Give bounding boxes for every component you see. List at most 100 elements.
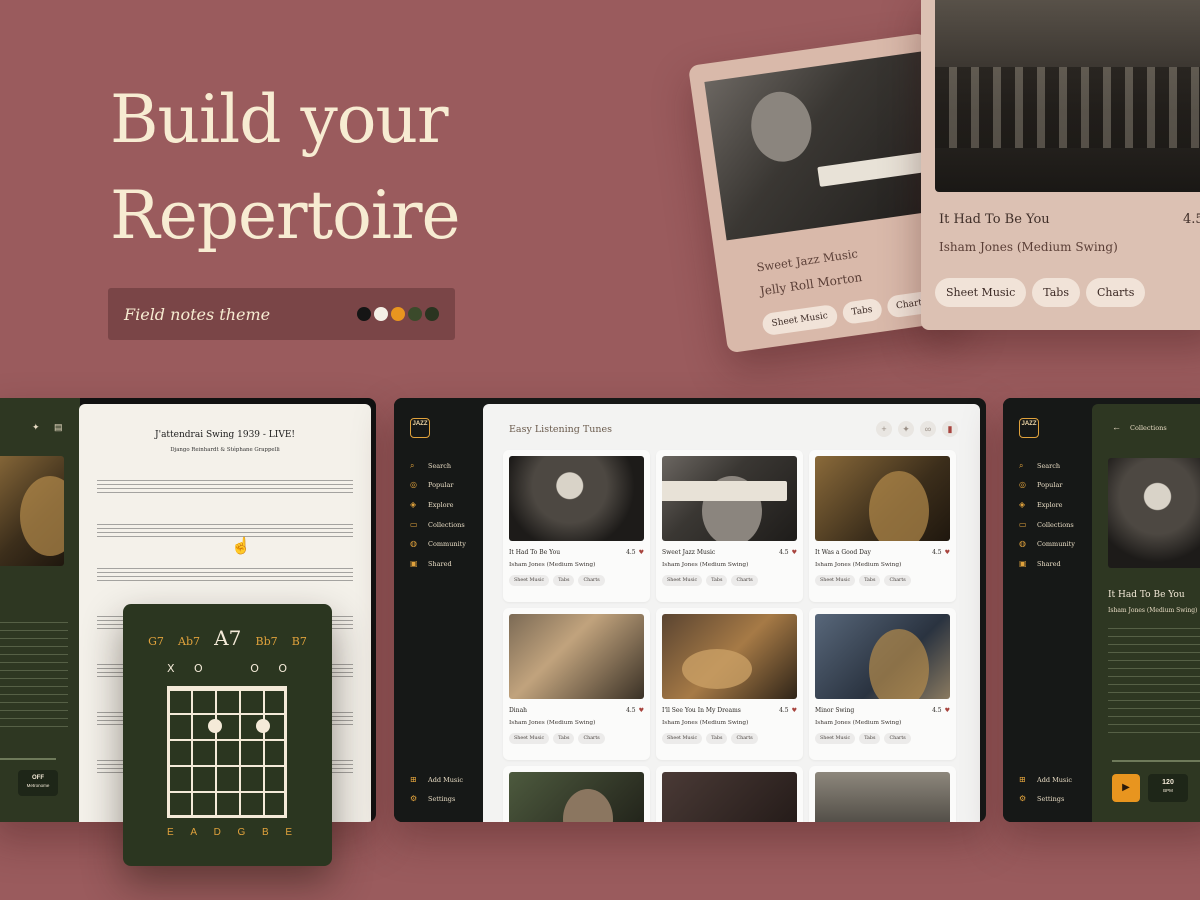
app-logo[interactable]: JAZZ xyxy=(1019,418,1039,438)
floating-card-it-had-to-be-you[interactable]: It Had To Be You 4.5 Isham Jones (Medium… xyxy=(921,0,1200,330)
settings-button[interactable]: ⚙ Settings xyxy=(1019,790,1072,810)
sidebar-item-shared[interactable]: ▣ Shared xyxy=(410,554,466,574)
chip-sheet-music[interactable]: Sheet Music xyxy=(662,733,703,744)
tune-title: I'll See You In My Dreams xyxy=(662,707,741,714)
pin-icon[interactable]: ✦ xyxy=(898,421,914,437)
swatch[interactable] xyxy=(374,307,388,321)
chip-charts[interactable]: Charts xyxy=(884,733,911,744)
document-icon[interactable]: ▤ xyxy=(54,422,63,433)
chord-option[interactable]: Ab7 xyxy=(178,635,200,648)
tune-title: It Had To Be You xyxy=(1108,590,1185,600)
chip-sheet-music[interactable]: Sheet Music xyxy=(815,575,856,586)
metronome-button[interactable]: OFF Metronome xyxy=(18,770,58,796)
chip-tabs[interactable]: Tabs xyxy=(859,733,881,744)
chip-tabs[interactable]: Tabs xyxy=(706,575,728,586)
tune-card[interactable] xyxy=(809,766,956,822)
bpm-control[interactable]: 120 BPM xyxy=(1148,774,1188,802)
chip-sheet-music[interactable]: Sheet Music xyxy=(761,303,839,337)
back-arrow-icon[interactable]: ← xyxy=(1112,422,1121,432)
heart-icon[interactable]: ♥ xyxy=(639,707,644,714)
tune-title: Minor Swing xyxy=(815,707,855,714)
chip-tabs[interactable]: Tabs xyxy=(1032,278,1080,307)
chord-diagram-card[interactable]: G7 Ab7 A7 Bb7 B7 X O O O O EA DG BE xyxy=(123,604,332,866)
tune-photo xyxy=(662,772,797,822)
tune-card[interactable] xyxy=(656,766,803,822)
sidebar-item-search[interactable]: ⌕ Search xyxy=(1019,456,1075,476)
tune-card[interactable]: Sweet Jazz Music 4.5 ♥ Isham Jones (Medium… xyxy=(656,450,803,602)
chord-option[interactable]: Bb7 xyxy=(256,635,278,648)
progress-bar[interactable] xyxy=(1112,760,1200,762)
current-chord[interactable]: A7 xyxy=(214,626,241,650)
add-music-button[interactable]: ⊞ Add Music xyxy=(410,770,463,790)
tune-artist: Isham Jones (Medium Swing) xyxy=(815,562,902,568)
chip-sheet-music[interactable]: Sheet Music xyxy=(935,278,1027,307)
sidebar-item-shared[interactable]: ▣ Shared xyxy=(1019,554,1075,574)
heart-icon[interactable]: ♥ xyxy=(792,549,797,556)
tune-card[interactable]: It Was a Good Day 4.5 ♥ Isham Jones (Mediu… xyxy=(809,450,956,602)
chip-charts[interactable]: Charts xyxy=(1085,278,1146,307)
sheet-title: J'attendrai Swing 1939 - LIVE! xyxy=(154,430,296,440)
sidebar-item-popular[interactable]: ◎ Popular xyxy=(410,476,466,496)
card-artist: Jelly Roll Morton xyxy=(759,270,863,299)
finger-dot xyxy=(208,719,222,733)
tune-card[interactable]: It Had To Be You 4.5 ♥ Isham Jones (Medium… xyxy=(503,450,650,602)
heart-icon[interactable]: ♥ xyxy=(945,707,950,714)
swatch[interactable] xyxy=(425,307,439,321)
tune-photo xyxy=(509,456,644,541)
shared-icon: ▣ xyxy=(1019,558,1027,568)
chip-charts[interactable]: Charts xyxy=(731,733,758,744)
sidebar-item-popular[interactable]: ◎ Popular xyxy=(1019,476,1075,496)
sidebar-item-search[interactable]: ⌕ Search xyxy=(410,456,466,476)
heart-icon[interactable]: ♥ xyxy=(792,707,797,714)
bookmark-icon[interactable]: ▮ xyxy=(942,421,958,437)
chip-tabs[interactable]: Tabs xyxy=(706,733,728,744)
plus-icon: ⊞ xyxy=(1019,774,1026,784)
add-music-button[interactable]: ⊞ Add Music xyxy=(1019,770,1072,790)
add-icon[interactable]: + xyxy=(876,421,892,437)
tune-card[interactable]: Dinah 4.5 ♥ Isham Jones (Medium Swing) She… xyxy=(503,608,650,760)
swatch[interactable] xyxy=(357,307,371,321)
theme-pill[interactable]: Field notes theme xyxy=(108,288,455,340)
app-logo[interactable]: JAZZ xyxy=(410,418,430,438)
heart-icon[interactable]: ♥ xyxy=(639,549,644,556)
tune-card[interactable]: Minor Swing 4.5 ♥ Isham Jones (Medium Swin… xyxy=(809,608,956,760)
tune-artist: Isham Jones (Medium Swing) xyxy=(815,720,902,726)
heart-icon[interactable]: ♥ xyxy=(945,549,950,556)
folder-icon: ▭ xyxy=(410,519,418,529)
play-button[interactable]: ▶ xyxy=(1112,774,1140,802)
sidebar-item-community[interactable]: ◍ Community xyxy=(1019,534,1075,554)
tune-photo xyxy=(815,614,950,699)
swatch[interactable] xyxy=(391,307,405,321)
pin-icon[interactable]: ✦ xyxy=(32,422,40,433)
popular-icon: ◎ xyxy=(1019,480,1026,490)
breadcrumb[interactable]: Collections xyxy=(1130,424,1167,432)
popular-icon: ◎ xyxy=(410,480,417,490)
chip-charts[interactable]: Charts xyxy=(578,575,605,586)
chip-sheet-music[interactable]: Sheet Music xyxy=(509,575,550,586)
chord-option[interactable]: G7 xyxy=(148,635,164,648)
sidebar-item-collections[interactable]: ▭ Collections xyxy=(410,515,466,535)
sidebar-item-explore[interactable]: ◈ Explore xyxy=(1019,495,1075,515)
sidebar-item-collections[interactable]: ▭ Collections xyxy=(1019,515,1075,535)
chip-tabs[interactable]: Tabs xyxy=(553,733,575,744)
settings-button[interactable]: ⚙ Settings xyxy=(410,790,463,810)
progress-bar[interactable] xyxy=(0,758,56,760)
sidebar-item-community[interactable]: ◍ Community xyxy=(410,534,466,554)
chip-tabs[interactable]: Tabs xyxy=(859,575,881,586)
chord-option[interactable]: B7 xyxy=(292,635,307,648)
chip-tabs[interactable]: Tabs xyxy=(553,575,575,586)
chip-tabs[interactable]: Tabs xyxy=(841,297,883,325)
chip-charts[interactable]: Charts xyxy=(731,575,758,586)
description-text xyxy=(1108,628,1200,738)
chip-charts[interactable]: Charts xyxy=(578,733,605,744)
swatch[interactable] xyxy=(408,307,422,321)
tune-rating: 4.5 xyxy=(932,549,942,556)
chip-sheet-music[interactable]: Sheet Music xyxy=(815,733,856,744)
tune-card[interactable]: I'll See You In My Dreams 4.5 ♥ Isham Jone… xyxy=(656,608,803,760)
chip-sheet-music[interactable]: Sheet Music xyxy=(509,733,550,744)
sidebar-item-explore[interactable]: ◈ Explore xyxy=(410,495,466,515)
tune-card[interactable] xyxy=(503,766,650,822)
link-icon[interactable]: ∞ xyxy=(920,421,936,437)
chip-sheet-music[interactable]: Sheet Music xyxy=(662,575,703,586)
chip-charts[interactable]: Charts xyxy=(884,575,911,586)
